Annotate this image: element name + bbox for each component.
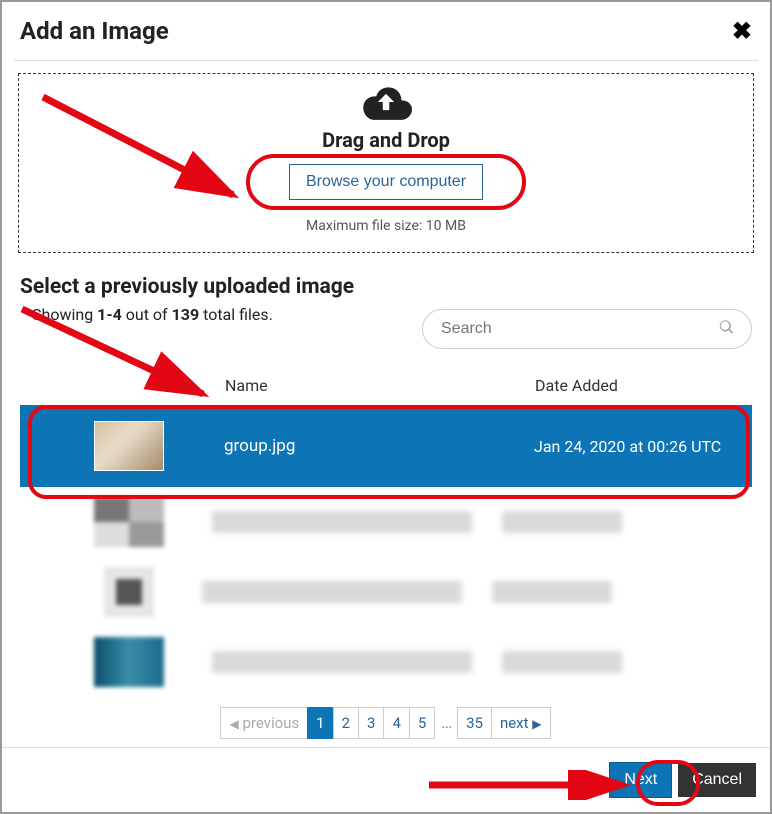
- table-row[interactable]: [20, 627, 752, 697]
- previous-uploads-title: Select a previously uploaded image: [20, 275, 752, 299]
- modal-title: Add an Image: [20, 17, 169, 45]
- drag-drop-heading: Drag and Drop: [19, 128, 753, 152]
- browse-computer-button[interactable]: Browse your computer: [289, 164, 483, 200]
- file-name-redacted: [202, 581, 462, 603]
- file-thumbnail: [104, 567, 154, 617]
- file-name: group.jpg: [224, 436, 534, 456]
- next-button[interactable]: Next: [609, 762, 672, 798]
- pagination-page[interactable]: 2: [333, 707, 359, 739]
- pagination-previous[interactable]: ◀ previous: [220, 707, 308, 739]
- column-name: Name: [225, 376, 535, 395]
- file-date-redacted: [502, 651, 622, 673]
- pagination-page[interactable]: 3: [358, 707, 384, 739]
- table-row[interactable]: [20, 487, 752, 557]
- pagination-page[interactable]: 1: [307, 707, 333, 739]
- cloud-upload-icon: [360, 84, 412, 120]
- file-thumbnail: [94, 421, 164, 471]
- file-thumbnail: [94, 497, 164, 547]
- annotation-arrow-3: [424, 770, 634, 800]
- pagination-page[interactable]: 5: [409, 707, 435, 739]
- file-date-redacted: [502, 511, 622, 533]
- max-file-size-text: Maximum file size: 10 MB: [19, 218, 753, 234]
- pagination-next[interactable]: next ▶: [491, 707, 551, 739]
- cancel-button[interactable]: Cancel: [678, 763, 756, 797]
- file-name-redacted: [212, 651, 472, 673]
- search-icon: [719, 320, 734, 339]
- column-date: Date Added: [535, 376, 752, 395]
- table-row[interactable]: [20, 557, 752, 627]
- file-date-redacted: [492, 581, 612, 603]
- close-icon[interactable]: ✖: [732, 19, 752, 43]
- search-input[interactable]: [422, 309, 752, 349]
- pagination-ellipsis: …: [435, 713, 458, 732]
- table-row[interactable]: group.jpg Jan 24, 2020 at 00:26 UTC: [20, 405, 752, 487]
- table-header: Name Date Added: [20, 370, 752, 405]
- file-thumbnail: [94, 637, 164, 687]
- file-name-redacted: [212, 511, 472, 533]
- pagination: ◀ previous12345…35next ▶: [20, 707, 752, 739]
- file-date: Jan 24, 2020 at 00:26 UTC: [534, 437, 721, 456]
- pagination-page[interactable]: 35: [457, 707, 492, 739]
- dropzone[interactable]: Drag and Drop Browse your computer Maxim…: [18, 73, 754, 253]
- pagination-page[interactable]: 4: [383, 707, 409, 739]
